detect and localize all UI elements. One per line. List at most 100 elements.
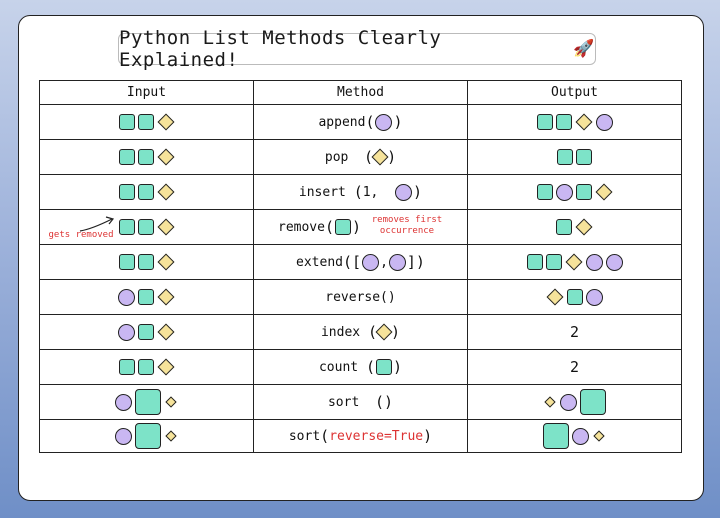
circle-icon — [115, 393, 132, 411]
square-icon — [135, 389, 161, 415]
header-output-label: Output — [551, 85, 598, 100]
diamond-icon — [165, 430, 177, 442]
circle-icon — [118, 288, 135, 306]
index-result: 2 — [569, 323, 580, 341]
square-icon — [557, 149, 573, 165]
method-append: append — [318, 114, 366, 130]
square-icon — [375, 359, 392, 375]
diamond-icon — [575, 218, 593, 236]
row-pop-output — [467, 139, 682, 175]
row-sort-reverse-input — [39, 419, 254, 453]
diamond-icon — [157, 323, 175, 341]
square-icon — [567, 289, 583, 305]
row-extend-input — [39, 244, 254, 280]
row-extend-method: extend([,]) — [253, 244, 468, 280]
square-icon — [575, 184, 592, 200]
row-index-output: 2 — [467, 314, 682, 350]
diamond-icon — [165, 396, 177, 408]
row-pop-method: pop () — [253, 139, 468, 175]
sort-reverse-arg: reverse=True — [329, 428, 424, 444]
header-input: Input — [39, 80, 254, 105]
diamond-icon — [157, 148, 174, 166]
diamond-icon — [157, 288, 175, 306]
row-insert-method: insert (1, ) — [253, 174, 468, 210]
row-count-output: 2 — [467, 349, 682, 385]
square-icon — [118, 114, 135, 130]
method-insert: insert — [298, 184, 346, 200]
square-icon — [118, 219, 135, 235]
square-icon — [580, 389, 606, 415]
method-sort-reverse: sort — [288, 428, 321, 444]
diamond-icon — [157, 358, 174, 376]
header-output: Output — [467, 80, 682, 105]
header-method-label: Method — [337, 85, 384, 100]
diamond-icon — [157, 218, 174, 236]
method-remove: remove — [278, 219, 325, 235]
square-icon — [137, 359, 154, 375]
row-insert-output — [467, 174, 682, 210]
row-remove-output — [467, 209, 682, 245]
square-icon — [138, 324, 154, 340]
row-index-method: index () — [253, 314, 468, 350]
diamond-icon — [544, 396, 556, 408]
square-icon — [137, 219, 154, 235]
diamond-icon — [371, 148, 389, 166]
diamond-icon — [157, 183, 174, 201]
diamond-icon — [593, 430, 605, 442]
gets-removed-note: gets removed — [48, 230, 114, 240]
method-reverse: reverse() — [325, 289, 396, 305]
circle-icon — [115, 427, 132, 445]
row-count-input — [39, 349, 254, 385]
square-icon — [555, 114, 572, 130]
row-reverse-method: reverse() — [253, 279, 468, 315]
row-append-output — [467, 104, 682, 140]
circle-icon — [585, 253, 603, 271]
circle-icon — [560, 393, 577, 411]
circle-icon — [555, 183, 573, 201]
square-icon — [118, 149, 135, 165]
row-pop-input — [39, 139, 254, 175]
square-icon — [135, 423, 161, 449]
method-index: index — [320, 324, 361, 340]
circle-icon — [388, 253, 406, 271]
diamond-icon — [575, 113, 592, 131]
row-index-input — [39, 314, 254, 350]
square-icon — [335, 219, 351, 235]
square-icon — [576, 149, 592, 165]
removes-first-note: removes first occurrence — [371, 215, 443, 236]
row-sort-reverse-output — [467, 419, 682, 453]
count-result: 2 — [569, 358, 580, 376]
rocket-icon: 🚀 — [573, 39, 595, 59]
title-text: Python List Methods Clearly Explained! — [119, 27, 442, 71]
diamond-icon — [546, 288, 564, 306]
square-icon — [526, 254, 543, 270]
header-input-label: Input — [126, 85, 167, 100]
square-icon — [536, 114, 553, 130]
row-reverse-output — [467, 279, 682, 315]
row-append-method: append() — [253, 104, 468, 140]
diamond-icon — [157, 253, 174, 271]
diamond-icon — [157, 113, 174, 131]
row-sort-input — [39, 384, 254, 420]
square-icon — [138, 289, 154, 305]
diamond-icon — [565, 253, 582, 271]
square-icon — [137, 254, 154, 270]
row-sort-method: sort () — [253, 384, 468, 420]
diamond-icon — [375, 323, 393, 341]
page-title: Python List Methods Clearly Explained! 🚀 — [118, 27, 596, 71]
row-extend-output — [467, 244, 682, 280]
diamond-icon — [595, 183, 612, 201]
circle-icon — [595, 113, 613, 131]
square-icon — [137, 149, 154, 165]
square-icon — [543, 423, 569, 449]
header-method: Method — [253, 80, 468, 105]
insert-arg: 1, — [362, 184, 379, 200]
row-sort-output — [467, 384, 682, 420]
circle-icon — [572, 427, 589, 445]
method-count: count — [318, 359, 359, 375]
row-append-input — [39, 104, 254, 140]
square-icon — [118, 184, 135, 200]
row-count-method: count () — [253, 349, 468, 385]
row-insert-input — [39, 174, 254, 210]
square-icon — [137, 184, 154, 200]
